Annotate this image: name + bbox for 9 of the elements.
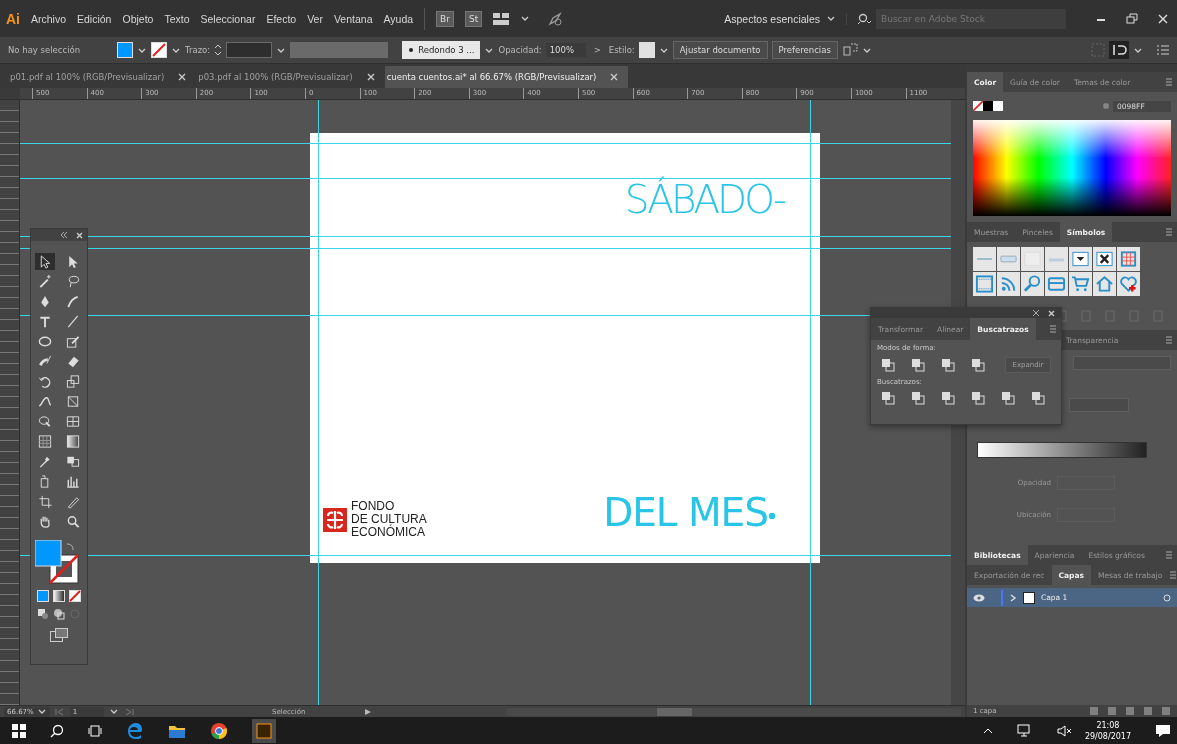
logo-text: DE CULTURA (351, 513, 427, 526)
logo-text: FONDO (351, 500, 396, 513)
logo-text: ECONÓMICA (351, 526, 425, 539)
headline-text: SÁBADO- (624, 177, 784, 222)
style-label: Estilo: (608, 45, 635, 55)
selection-status: No hay selección (8, 45, 82, 55)
footer-text: DEL MES (603, 490, 768, 535)
stroke-label: Trazo: (185, 45, 211, 55)
app-logo: Ai (6, 10, 20, 27)
